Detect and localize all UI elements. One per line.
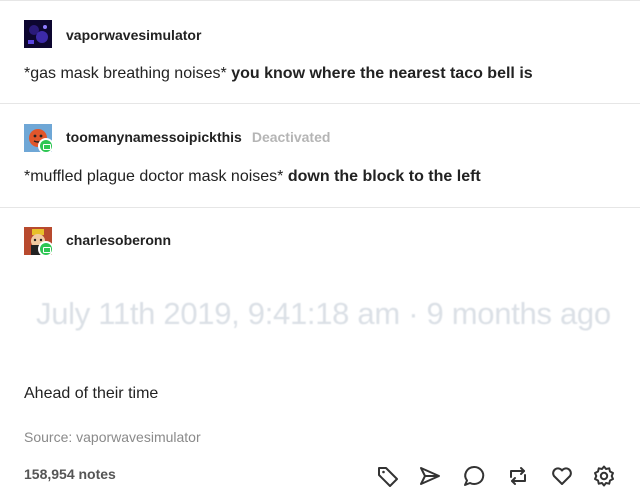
username-toomanynamessoipickthis[interactable]: toomanynamessoipickthis Deactivated (66, 129, 330, 145)
share-icon[interactable] (416, 462, 444, 490)
reply-icon[interactable] (460, 462, 488, 490)
avatar-vaporwavesimulator[interactable] (24, 20, 52, 48)
divider (0, 207, 640, 208)
username-charlesoberonn[interactable]: charlesoberonn (66, 232, 171, 248)
post-text: *muffled plague doctor mask noises* down… (24, 168, 481, 186)
post-text-bold: down the block to the left (287, 168, 481, 185)
notes-count[interactable]: 158,954 notes (24, 466, 116, 482)
divider (0, 0, 640, 1)
post-text-plain: *muffled plague doctor mask noises* (24, 168, 288, 185)
post-text-plain: *gas mask breathing noises* (24, 65, 232, 82)
post-text: Ahead of their time (24, 385, 159, 402)
reblog-icon[interactable] (504, 462, 532, 490)
tag-icon[interactable] (374, 462, 402, 490)
username-vaporwavesimulator[interactable]: vaporwavesimulator (66, 27, 201, 43)
avatar-charlesoberonn[interactable] (24, 227, 54, 257)
reblog-badge-icon (38, 241, 54, 257)
post-text: *gas mask breathing noises* you know whe… (24, 65, 533, 83)
username-label: toomanynamessoipickthis (66, 129, 242, 145)
reblog-badge-icon (38, 138, 54, 154)
timestamp-overlay: July 11th 2019, 9:41:18 am · 9 months ag… (36, 296, 611, 331)
source-link[interactable]: Source: vaporwavesimulator (24, 429, 201, 445)
post-text-bold: you know where the nearest taco bell is (231, 65, 533, 82)
divider (0, 103, 640, 104)
settings-icon[interactable] (590, 462, 618, 490)
like-icon[interactable] (548, 462, 576, 490)
deactivated-status: Deactivated (251, 129, 331, 145)
avatar-toomanynamessoipickthis[interactable] (24, 124, 54, 154)
